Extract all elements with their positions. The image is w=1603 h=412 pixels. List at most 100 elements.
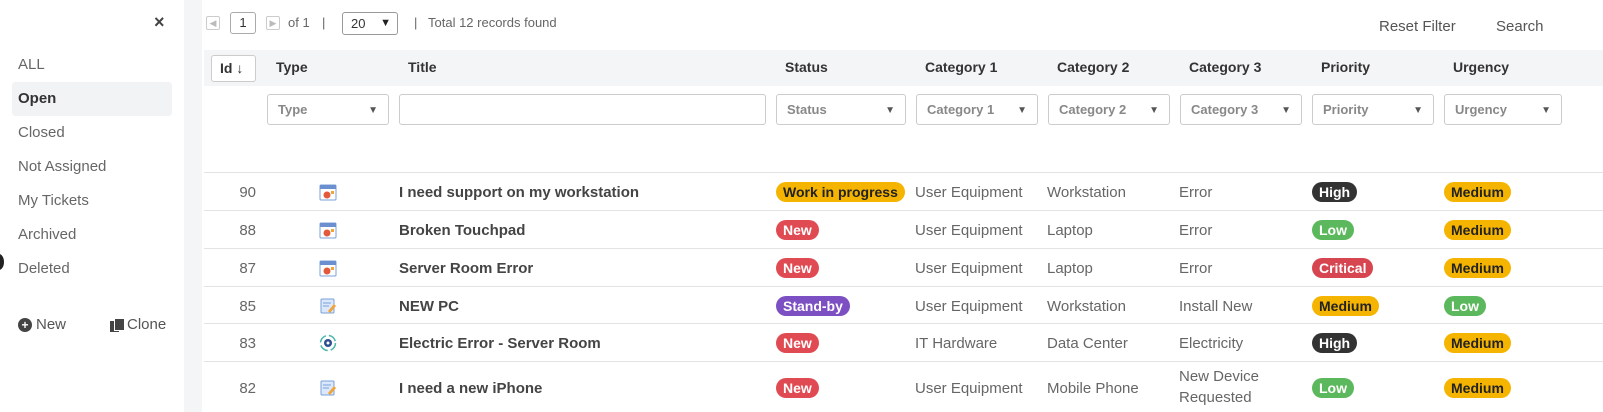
- title-header[interactable]: Title: [408, 59, 437, 75]
- chevron-down-icon: ▼: [1017, 105, 1027, 116]
- urgency-badge: Low: [1444, 296, 1486, 316]
- status-badge: New: [776, 220, 819, 240]
- separator: |: [414, 15, 418, 30]
- row-title[interactable]: Server Room Error: [399, 260, 533, 277]
- new-button[interactable]: + New: [18, 316, 66, 333]
- row-category1: User Equipment: [915, 260, 1023, 277]
- prev-page-icon[interactable]: ◀: [206, 16, 220, 30]
- status-badge: Work in progress: [776, 182, 905, 202]
- chevron-down-icon: ▼: [380, 17, 391, 29]
- gear-cycle-icon: [319, 334, 337, 352]
- note-pencil-icon: [319, 379, 337, 397]
- note-pencil-icon: [319, 297, 337, 315]
- row-category1: User Equipment: [915, 380, 1023, 397]
- status-badge: New: [776, 333, 819, 353]
- calendar-bug-icon: [319, 183, 337, 201]
- toolbar: ◀ 1 ▶ of 1 | 20 ▼ | Total 12 records fou…: [204, 10, 1594, 36]
- table-row[interactable]: 90 I need support on my workstation Work i…: [204, 172, 1603, 210]
- urgency-badge: Medium: [1444, 220, 1511, 240]
- edge-handle-icon: [0, 254, 4, 270]
- clone-button[interactable]: Clone: [110, 316, 166, 333]
- row-category1: User Equipment: [915, 222, 1023, 239]
- category1-header[interactable]: Category 1: [925, 59, 997, 75]
- page-count: of 1: [288, 15, 310, 30]
- status-badge: New: [776, 258, 819, 278]
- category2-filter[interactable]: Category 2 ▼: [1048, 94, 1170, 125]
- page-input[interactable]: 1: [230, 12, 256, 34]
- category1-filter[interactable]: Category 1 ▼: [916, 94, 1038, 125]
- id-header: Id: [220, 60, 233, 76]
- category1-filter-label: Category 1: [927, 102, 995, 117]
- sidebar-item-my-tickets[interactable]: My Tickets: [12, 184, 172, 218]
- urgency-header[interactable]: Urgency: [1453, 59, 1509, 75]
- chevron-down-icon: ▼: [1281, 105, 1291, 116]
- sidebar-item-deleted[interactable]: Deleted: [12, 252, 172, 286]
- total-records: Total 12 records found: [428, 15, 557, 30]
- urgency-filter[interactable]: Urgency ▼: [1444, 94, 1562, 125]
- row-title[interactable]: NEW PC: [399, 298, 459, 315]
- close-icon[interactable]: ×: [154, 12, 165, 33]
- page-size-value: 20: [351, 16, 366, 31]
- row-title[interactable]: I need a new iPhone: [399, 380, 542, 397]
- search-button[interactable]: Search: [1496, 18, 1544, 35]
- table-row[interactable]: 87 Server Room Error New User Equipment Lapt…: [204, 248, 1603, 286]
- sidebar-item-not-assigned[interactable]: Not Assigned: [12, 150, 172, 184]
- type-filter[interactable]: Type ▼: [267, 94, 389, 125]
- type-filter-label: Type: [278, 102, 308, 117]
- reset-filter-button[interactable]: Reset Filter: [1379, 18, 1456, 35]
- arrow-down-icon: ↓: [236, 60, 244, 76]
- new-label: New: [36, 316, 67, 333]
- sidebar: × ALL Open Closed Not Assigned My Ticket…: [0, 0, 184, 412]
- chevron-down-icon: ▼: [1149, 105, 1159, 116]
- priority-header[interactable]: Priority: [1321, 59, 1370, 75]
- row-category3: New Device: [1179, 368, 1260, 385]
- category3-filter-label: Category 3: [1191, 102, 1259, 117]
- separator: |: [322, 15, 326, 30]
- priority-filter-label: Priority: [1323, 102, 1369, 117]
- priority-badge: Critical: [1312, 258, 1374, 278]
- sidebar-item-all[interactable]: ALL: [12, 48, 172, 82]
- table-row[interactable]: 82 I need a new iPhone New User Equipment Mo…: [204, 361, 1603, 412]
- row-category1: User Equipment: [915, 298, 1023, 315]
- urgency-badge: Medium: [1444, 182, 1511, 202]
- category2-header[interactable]: Category 2: [1057, 59, 1129, 75]
- sidebar-item-closed[interactable]: Closed: [12, 116, 172, 150]
- priority-filter[interactable]: Priority ▼: [1312, 94, 1434, 125]
- row-category2: Workstation: [1047, 184, 1126, 201]
- status-header[interactable]: Status: [785, 59, 828, 75]
- table-header: Id ↓ Type Title Status Category 1 Catego…: [204, 50, 1603, 86]
- row-category2: Laptop: [1047, 260, 1093, 277]
- row-category2: Workstation: [1047, 298, 1126, 315]
- row-title[interactable]: Broken Touchpad: [399, 222, 525, 239]
- page-size-select[interactable]: 20 ▼: [342, 12, 398, 35]
- row-category3-line2: Requested: [1179, 389, 1252, 406]
- title-filter[interactable]: [399, 94, 766, 125]
- status-badge: Stand-by: [776, 296, 850, 316]
- category2-filter-label: Category 2: [1059, 102, 1127, 117]
- next-page-icon[interactable]: ▶: [266, 16, 280, 30]
- table-row[interactable]: 88 Broken Touchpad New User Equipment Laptop…: [204, 210, 1603, 248]
- filter-row: Type ▼ Status ▼ Category 1 ▼ Category 2 ▼ Ca…: [204, 86, 1603, 132]
- row-category1: User Equipment: [915, 184, 1023, 201]
- calendar-bug-icon: [319, 259, 337, 277]
- row-category3: Error: [1179, 260, 1213, 277]
- table-row[interactable]: 85 NEW PC Stand-by User Equipment Workstatio…: [204, 286, 1603, 323]
- type-header[interactable]: Type: [276, 59, 308, 75]
- category3-header[interactable]: Category 3: [1189, 59, 1261, 75]
- row-title[interactable]: Electric Error - Server Room: [399, 335, 601, 352]
- row-title[interactable]: I need support on my workstation: [399, 184, 639, 201]
- table-row[interactable]: 83 Electric Error - Server Room New IT Hard…: [204, 323, 1603, 361]
- chevron-down-icon: ▼: [1413, 105, 1423, 116]
- row-category2: Data Center: [1047, 335, 1128, 352]
- chevron-down-icon: ▼: [1541, 105, 1551, 116]
- sidebar-item-archived[interactable]: Archived: [12, 218, 172, 252]
- status-filter[interactable]: Status ▼: [776, 94, 906, 125]
- panel-divider: [184, 0, 202, 412]
- clone-label: Clone: [127, 316, 167, 333]
- row-id: 82: [239, 380, 256, 397]
- category3-filter[interactable]: Category 3 ▼: [1180, 94, 1302, 125]
- row-category3: Error: [1179, 184, 1213, 201]
- sort-id-button[interactable]: Id ↓: [211, 55, 256, 82]
- urgency-badge: Medium: [1444, 378, 1511, 398]
- sidebar-item-open[interactable]: Open: [12, 82, 172, 116]
